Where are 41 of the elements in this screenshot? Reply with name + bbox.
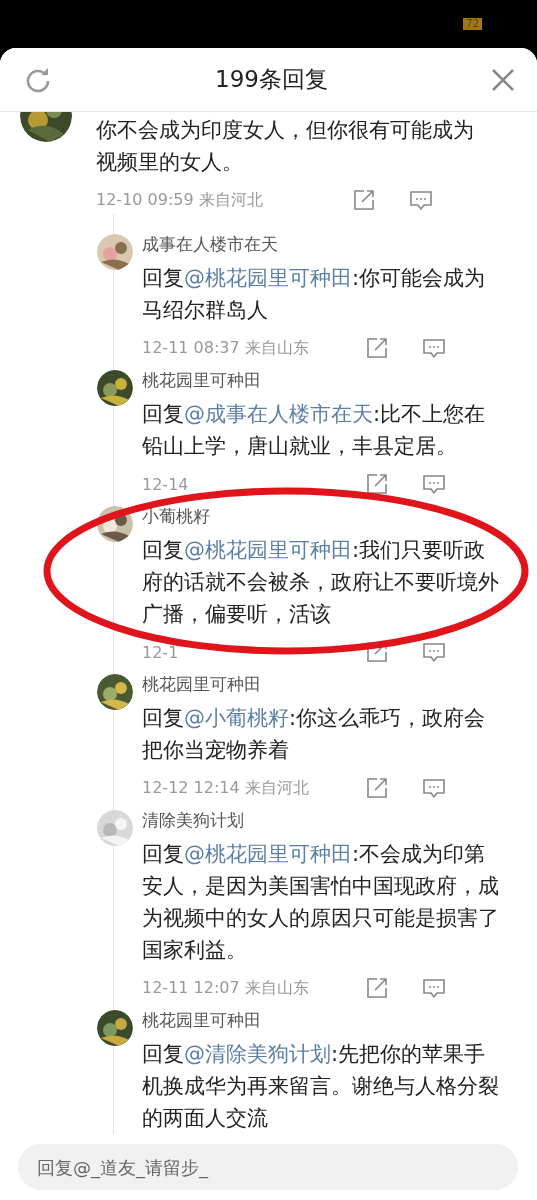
- reply-text: 回复@桃花园里可种田:不会成为印第安人，是因为美国害怕中国现政府，成为视频中的女人的原因只可能是损害了国家利益。: [142, 841, 500, 964]
- share-icon[interactable]: [366, 641, 388, 663]
- username[interactable]: 成事在人楼市在天: [142, 232, 504, 256]
- reply-meta: 12-14: [142, 474, 190, 494]
- mention-link[interactable]: @桃花园里可种田: [184, 538, 352, 562]
- share-icon[interactable]: [366, 977, 388, 999]
- reply-meta: 12-11 12:07 来自山东: [142, 977, 310, 999]
- mention-link[interactable]: @清除美狗计划: [184, 1042, 331, 1066]
- comment-icon[interactable]: [410, 189, 432, 211]
- window-title: 199条回复: [215, 65, 328, 94]
- username[interactable]: 桃花园里可种田: [142, 1008, 504, 1032]
- comment-icon[interactable]: [423, 641, 445, 663]
- mention-link[interactable]: @成事在人楼市在天: [184, 402, 373, 426]
- reply-text: 回复@桃花园里可种田:你可能会成为马绍尔群岛人: [142, 265, 487, 324]
- comment-icon[interactable]: [423, 337, 445, 359]
- reply-meta: 12-11 08:37 来自山东: [142, 337, 310, 359]
- mention-link[interactable]: @小葡桃籽: [184, 706, 289, 730]
- share-icon[interactable]: [366, 473, 388, 495]
- comment-icon[interactable]: [423, 473, 445, 495]
- reply-text: 回复@小葡桃籽:你这么乖巧，政府会把你当宠物养着: [142, 705, 487, 764]
- comment-text: 你不会成为印度女人，但你很有可能成为视频里的女人。: [96, 117, 475, 176]
- comment-icon[interactable]: [423, 977, 445, 999]
- battery-icon: 72: [463, 18, 482, 30]
- share-icon[interactable]: [353, 189, 375, 211]
- reply-meta: 12-1: [142, 642, 180, 662]
- reply-text: 回复@清除美狗计划:先把你的苹果手机换成华为再来留言。谢绝与人格分裂的两面人交流: [142, 1041, 500, 1132]
- username[interactable]: 桃花园里可种田: [142, 672, 504, 696]
- share-icon[interactable]: [366, 337, 388, 359]
- close-icon[interactable]: [491, 67, 515, 92]
- reply-text: 回复@桃花园里可种田:我们只要听政府的话就不会被杀，政府让不要听境外广播，偏要听，活该: [142, 537, 500, 628]
- comment-icon[interactable]: [423, 777, 445, 799]
- mention-link[interactable]: @桃花园里可种田: [184, 266, 352, 290]
- reply-meta: 12-12 12:14 来自河北: [142, 777, 310, 799]
- share-icon[interactable]: [366, 777, 388, 799]
- username[interactable]: 桃花园里可种田: [142, 368, 504, 392]
- mention-link[interactable]: @桃花园里可种田: [184, 842, 352, 866]
- comment-meta: 12-10 09:59 来自河北: [96, 189, 264, 211]
- reply-text: 回复@成事在人楼市在天:比不上您在铅山上学，唐山就业，丰县定居。: [142, 401, 487, 460]
- username[interactable]: 清除美狗计划: [142, 808, 504, 832]
- username[interactable]: 小葡桃籽: [142, 504, 504, 528]
- reply-field[interactable]: 回复@_道友_请留步_: [18, 1144, 518, 1190]
